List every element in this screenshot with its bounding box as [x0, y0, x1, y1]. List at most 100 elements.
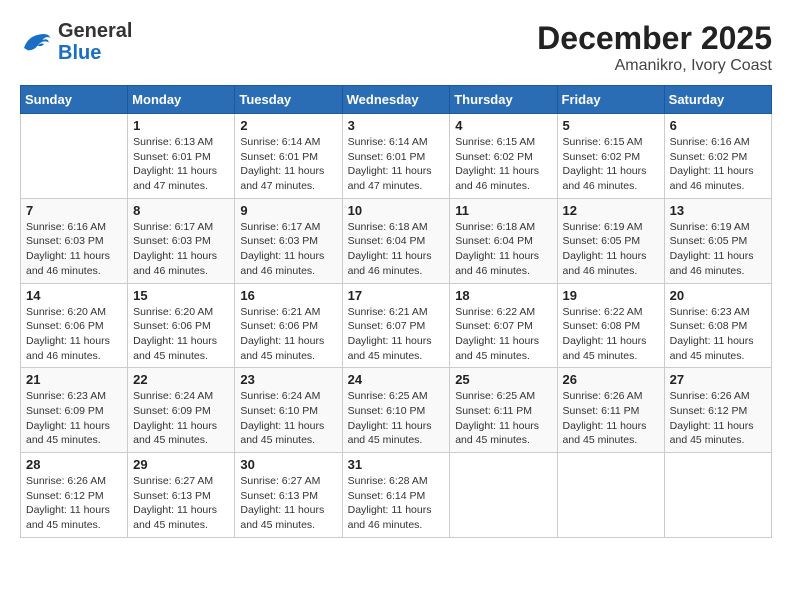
calendar-cell: 20 Sunrise: 6:23 AM Sunset: 6:08 PM Dayli…	[664, 283, 771, 368]
calendar-cell: 7 Sunrise: 6:16 AM Sunset: 6:03 PM Daylig…	[21, 198, 128, 283]
day-info: Sunrise: 6:18 AM Sunset: 6:04 PM Dayligh…	[455, 220, 551, 279]
day-number: 26	[563, 372, 659, 387]
day-info: Sunrise: 6:27 AM Sunset: 6:13 PM Dayligh…	[240, 474, 336, 533]
day-number: 1	[133, 118, 229, 133]
day-number: 6	[670, 118, 766, 133]
day-number: 16	[240, 288, 336, 303]
day-info: Sunrise: 6:22 AM Sunset: 6:08 PM Dayligh…	[563, 305, 659, 364]
calendar-cell	[21, 114, 128, 199]
calendar-header-sunday: Sunday	[21, 86, 128, 114]
day-number: 19	[563, 288, 659, 303]
day-number: 22	[133, 372, 229, 387]
day-number: 28	[26, 457, 122, 472]
day-number: 5	[563, 118, 659, 133]
calendar-header-wednesday: Wednesday	[342, 86, 450, 114]
day-info: Sunrise: 6:28 AM Sunset: 6:14 PM Dayligh…	[348, 474, 445, 533]
day-info: Sunrise: 6:25 AM Sunset: 6:10 PM Dayligh…	[348, 389, 445, 448]
day-info: Sunrise: 6:25 AM Sunset: 6:11 PM Dayligh…	[455, 389, 551, 448]
day-number: 9	[240, 203, 336, 218]
calendar-cell: 31 Sunrise: 6:28 AM Sunset: 6:14 PM Dayli…	[342, 453, 450, 538]
calendar-cell: 18 Sunrise: 6:22 AM Sunset: 6:07 PM Dayli…	[450, 283, 557, 368]
calendar-cell: 9 Sunrise: 6:17 AM Sunset: 6:03 PM Daylig…	[235, 198, 342, 283]
calendar-cell: 10 Sunrise: 6:18 AM Sunset: 6:04 PM Dayli…	[342, 198, 450, 283]
page-subtitle: Amanikro, Ivory Coast	[537, 57, 772, 75]
calendar-cell: 8Sunrise: 6:17 AM Sunset: 6:03 PM Daylig…	[128, 198, 235, 283]
calendar-cell: 12 Sunrise: 6:19 AM Sunset: 6:05 PM Dayli…	[557, 198, 664, 283]
calendar-cell	[664, 453, 771, 538]
calendar-cell: 15Sunrise: 6:20 AM Sunset: 6:06 PM Dayli…	[128, 283, 235, 368]
calendar-cell: 22Sunrise: 6:24 AM Sunset: 6:09 PM Dayli…	[128, 368, 235, 453]
calendar-table: SundayMondayTuesdayWednesdayThursdayFrid…	[20, 85, 772, 538]
day-info: Sunrise: 6:16 AM Sunset: 6:03 PM Dayligh…	[26, 220, 122, 279]
calendar-cell: 26Sunrise: 6:26 AM Sunset: 6:11 PM Dayli…	[557, 368, 664, 453]
calendar-week-row: 1 Sunrise: 6:13 AM Sunset: 6:01 PM Daylig…	[21, 114, 772, 199]
logo-text-block: General Blue	[58, 20, 132, 64]
calendar-header-row: SundayMondayTuesdayWednesdayThursdayFrid…	[21, 86, 772, 114]
day-info: Sunrise: 6:15 AM Sunset: 6:02 PM Dayligh…	[455, 135, 551, 194]
calendar-week-row: 14Sunrise: 6:20 AM Sunset: 6:06 PM Dayli…	[21, 283, 772, 368]
calendar-cell: 24Sunrise: 6:25 AM Sunset: 6:10 PM Dayli…	[342, 368, 450, 453]
calendar-cell: 1 Sunrise: 6:13 AM Sunset: 6:01 PM Daylig…	[128, 114, 235, 199]
day-number: 14	[26, 288, 122, 303]
day-info: Sunrise: 6:19 AM Sunset: 6:05 PM Dayligh…	[670, 220, 766, 279]
calendar-week-row: 21Sunrise: 6:23 AM Sunset: 6:09 PM Dayli…	[21, 368, 772, 453]
day-number: 23	[240, 372, 336, 387]
calendar-header-saturday: Saturday	[664, 86, 771, 114]
day-number: 15	[133, 288, 229, 303]
day-number: 7	[26, 203, 122, 218]
calendar-cell: 29 Sunrise: 6:27 AM Sunset: 6:13 PM Dayli…	[128, 453, 235, 538]
calendar-header-friday: Friday	[557, 86, 664, 114]
day-info: Sunrise: 6:17 AM Sunset: 6:03 PM Dayligh…	[240, 220, 336, 279]
day-info: Sunrise: 6:17 AM Sunset: 6:03 PM Dayligh…	[133, 220, 229, 279]
calendar-cell: 16 Sunrise: 6:21 AM Sunset: 6:06 PM Dayli…	[235, 283, 342, 368]
logo-line1: General	[58, 20, 132, 42]
calendar-cell: 21Sunrise: 6:23 AM Sunset: 6:09 PM Dayli…	[21, 368, 128, 453]
day-info: Sunrise: 6:14 AM Sunset: 6:01 PM Dayligh…	[348, 135, 445, 194]
day-number: 12	[563, 203, 659, 218]
day-number: 10	[348, 203, 445, 218]
day-number: 17	[348, 288, 445, 303]
day-info: Sunrise: 6:23 AM Sunset: 6:08 PM Dayligh…	[670, 305, 766, 364]
calendar-cell: 2 Sunrise: 6:14 AM Sunset: 6:01 PM Daylig…	[235, 114, 342, 199]
day-number: 2	[240, 118, 336, 133]
calendar-cell: 27 Sunrise: 6:26 AM Sunset: 6:12 PM Dayli…	[664, 368, 771, 453]
day-number: 29	[133, 457, 229, 472]
calendar-week-row: 7 Sunrise: 6:16 AM Sunset: 6:03 PM Daylig…	[21, 198, 772, 283]
day-number: 31	[348, 457, 445, 472]
calendar-cell	[450, 453, 557, 538]
calendar-cell: 17 Sunrise: 6:21 AM Sunset: 6:07 PM Dayli…	[342, 283, 450, 368]
day-info: Sunrise: 6:21 AM Sunset: 6:07 PM Dayligh…	[348, 305, 445, 364]
day-number: 30	[240, 457, 336, 472]
calendar-cell: 5Sunrise: 6:15 AM Sunset: 6:02 PM Daylig…	[557, 114, 664, 199]
day-info: Sunrise: 6:18 AM Sunset: 6:04 PM Dayligh…	[348, 220, 445, 279]
day-info: Sunrise: 6:22 AM Sunset: 6:07 PM Dayligh…	[455, 305, 551, 364]
day-info: Sunrise: 6:27 AM Sunset: 6:13 PM Dayligh…	[133, 474, 229, 533]
page-header: General Blue December 2025 Amanikro, Ivo…	[20, 20, 772, 75]
day-number: 20	[670, 288, 766, 303]
day-number: 27	[670, 372, 766, 387]
day-number: 18	[455, 288, 551, 303]
day-number: 3	[348, 118, 445, 133]
day-info: Sunrise: 6:13 AM Sunset: 6:01 PM Dayligh…	[133, 135, 229, 194]
calendar-cell: 14Sunrise: 6:20 AM Sunset: 6:06 PM Dayli…	[21, 283, 128, 368]
calendar-cell: 13Sunrise: 6:19 AM Sunset: 6:05 PM Dayli…	[664, 198, 771, 283]
logo: General Blue	[20, 20, 132, 64]
day-info: Sunrise: 6:16 AM Sunset: 6:02 PM Dayligh…	[670, 135, 766, 194]
calendar-cell: 28Sunrise: 6:26 AM Sunset: 6:12 PM Dayli…	[21, 453, 128, 538]
logo-icon	[20, 28, 52, 56]
calendar-header-monday: Monday	[128, 86, 235, 114]
day-number: 25	[455, 372, 551, 387]
logo-line2: Blue	[58, 42, 101, 64]
calendar-cell: 30 Sunrise: 6:27 AM Sunset: 6:13 PM Dayli…	[235, 453, 342, 538]
calendar-cell: 4Sunrise: 6:15 AM Sunset: 6:02 PM Daylig…	[450, 114, 557, 199]
calendar-cell: 23Sunrise: 6:24 AM Sunset: 6:10 PM Dayli…	[235, 368, 342, 453]
calendar-header-tuesday: Tuesday	[235, 86, 342, 114]
day-info: Sunrise: 6:14 AM Sunset: 6:01 PM Dayligh…	[240, 135, 336, 194]
calendar-cell: 25 Sunrise: 6:25 AM Sunset: 6:11 PM Dayli…	[450, 368, 557, 453]
day-info: Sunrise: 6:21 AM Sunset: 6:06 PM Dayligh…	[240, 305, 336, 364]
calendar-cell: 3 Sunrise: 6:14 AM Sunset: 6:01 PM Daylig…	[342, 114, 450, 199]
day-info: Sunrise: 6:26 AM Sunset: 6:12 PM Dayligh…	[670, 389, 766, 448]
day-info: Sunrise: 6:19 AM Sunset: 6:05 PM Dayligh…	[563, 220, 659, 279]
page-title: December 2025	[537, 20, 772, 57]
calendar-week-row: 28Sunrise: 6:26 AM Sunset: 6:12 PM Dayli…	[21, 453, 772, 538]
